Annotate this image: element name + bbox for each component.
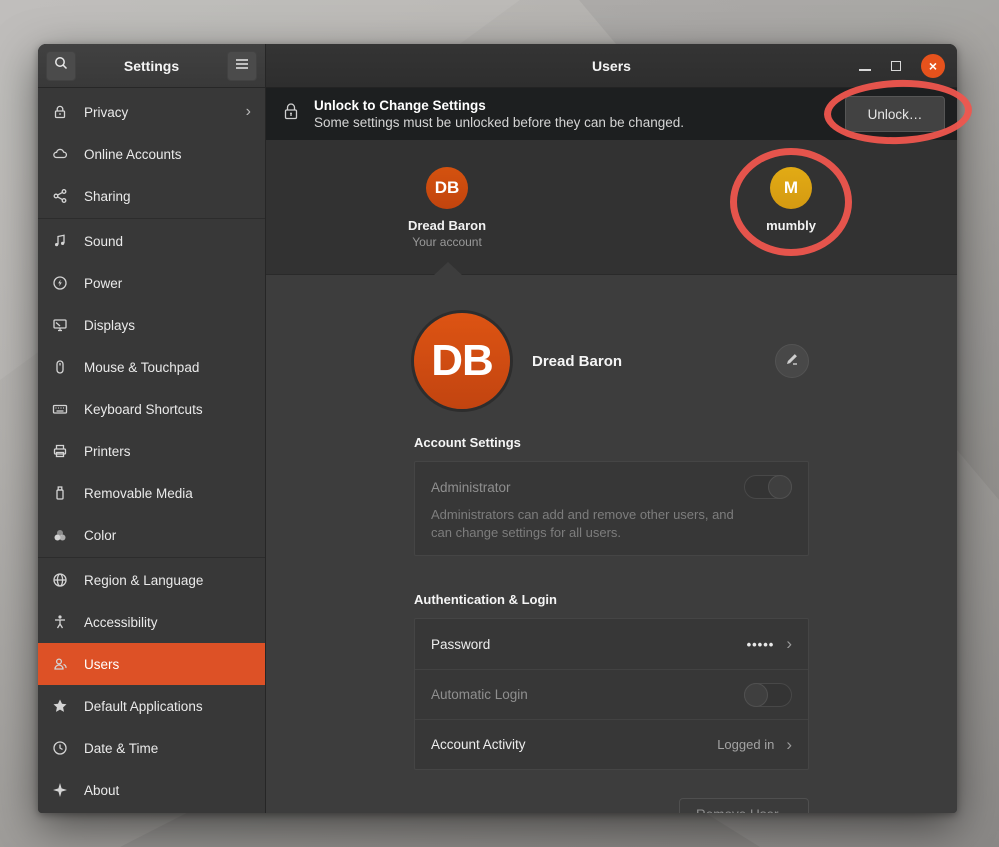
edit-name-button[interactable]: [775, 344, 809, 378]
account-activity-value: Logged in: [717, 737, 774, 752]
sidebar-item-color[interactable]: Color: [38, 514, 265, 556]
profile-row: DB Dread Baron: [414, 313, 809, 409]
remove-user-button: Remove User…: [679, 798, 809, 813]
pencil-icon: [785, 352, 799, 371]
automatic-login-label: Automatic Login: [431, 687, 528, 702]
menu-button[interactable]: [227, 51, 257, 81]
automatic-login-toggle: [744, 683, 792, 707]
search-icon: [53, 55, 69, 76]
avatar-dread-baron: DB: [426, 167, 468, 209]
accessibility-person-icon: [52, 614, 68, 630]
share-icon: [52, 188, 68, 204]
banner-subtitle: Some settings must be unlocked before th…: [314, 115, 845, 130]
maximize-button[interactable]: [891, 61, 901, 71]
banner-text: Unlock to Change Settings Some settings …: [314, 98, 845, 130]
chevron-right-icon: ›: [786, 735, 792, 755]
password-value: •••••: [747, 637, 775, 652]
user-name: Dread Baron: [408, 218, 486, 233]
profile-name: Dread Baron: [532, 353, 775, 370]
user-switcher: DB Dread Baron Your account M mumbly: [266, 140, 957, 275]
users-icon: [52, 656, 68, 672]
minimize-button[interactable]: [859, 69, 871, 71]
sidebar-list: Privacy › Online Accounts Sharing Sound …: [38, 88, 265, 813]
user-details-panel: DB Dread Baron Account Settings Administ…: [266, 275, 957, 813]
sidebar-separator: [38, 218, 265, 219]
sidebar-item-about[interactable]: About: [38, 769, 265, 811]
annotation-circle-mumbly: [730, 148, 852, 256]
sidebar-titlebar[interactable]: Settings: [38, 44, 265, 88]
profile-avatar[interactable]: DB: [414, 313, 510, 409]
cloud-icon: [52, 146, 68, 162]
automatic-login-row: Automatic Login: [415, 669, 808, 719]
sidebar-item-sharing[interactable]: Sharing: [38, 175, 265, 217]
administrator-description: Administrators can add and remove other …: [431, 506, 751, 541]
chevron-right-icon: ›: [246, 103, 251, 121]
banner-title: Unlock to Change Settings: [314, 98, 845, 113]
sidebar-item-printers[interactable]: Printers: [38, 430, 265, 472]
selected-user-pointer: [434, 262, 462, 275]
hamburger-icon: [235, 57, 249, 75]
sidebar-separator: [38, 557, 265, 558]
sidebar-item-online-accounts[interactable]: Online Accounts: [38, 133, 265, 175]
password-row[interactable]: Password ••••• ›: [415, 619, 808, 669]
section-heading-account-settings: Account Settings: [414, 435, 809, 450]
sidebar-item-users[interactable]: Users: [38, 643, 265, 685]
user-chip-dread-baron[interactable]: DB Dread Baron Your account: [377, 167, 517, 249]
administrator-label: Administrator: [431, 480, 511, 495]
flash-drive-icon: [52, 485, 68, 501]
color-circles-icon: [52, 527, 68, 543]
account-activity-label: Account Activity: [431, 737, 526, 752]
section-heading-auth-login: Authentication & Login: [414, 592, 809, 607]
sidebar-item-removable-media[interactable]: Removable Media: [38, 472, 265, 514]
printer-icon: [52, 443, 68, 459]
page-title: Users: [592, 58, 631, 74]
music-note-icon: [52, 233, 68, 249]
search-button[interactable]: [46, 51, 76, 81]
sidebar: Settings Privacy › Online Accounts Shari…: [38, 44, 266, 813]
content-titlebar[interactable]: Users ×: [266, 44, 957, 88]
star-icon: [52, 698, 68, 714]
auth-login-card: Password ••••• › Automatic Login Account…: [414, 618, 809, 770]
sidebar-item-mouse-touchpad[interactable]: Mouse & Touchpad: [38, 346, 265, 388]
administrator-toggle: [744, 475, 792, 499]
lock-icon: [282, 102, 300, 127]
sidebar-item-power[interactable]: Power: [38, 262, 265, 304]
mouse-icon: [52, 359, 68, 375]
power-icon: [52, 275, 68, 291]
sidebar-item-date-time[interactable]: Date & Time: [38, 727, 265, 769]
sparkle-icon: [52, 782, 68, 798]
close-button[interactable]: ×: [921, 54, 945, 78]
account-settings-card: Administrator Administrators can add and…: [414, 461, 809, 556]
lock-icon: [52, 104, 68, 120]
sidebar-item-displays[interactable]: Displays: [38, 304, 265, 346]
sidebar-item-sound[interactable]: Sound: [38, 220, 265, 262]
content-pane: Users × Unlock to Change Settings Some s…: [266, 44, 957, 813]
account-activity-row[interactable]: Account Activity Logged in ›: [415, 719, 808, 769]
user-subtitle: Your account: [412, 235, 482, 249]
clock-icon: [52, 740, 68, 756]
display-icon: [52, 317, 68, 333]
globe-icon: [52, 572, 68, 588]
sidebar-item-keyboard-shortcuts[interactable]: Keyboard Shortcuts: [38, 388, 265, 430]
sidebar-item-privacy[interactable]: Privacy ›: [38, 91, 265, 133]
keyboard-icon: [52, 401, 68, 417]
password-label: Password: [431, 637, 490, 652]
sidebar-item-default-applications[interactable]: Default Applications: [38, 685, 265, 727]
sidebar-item-accessibility[interactable]: Accessibility: [38, 601, 265, 643]
chevron-right-icon: ›: [786, 634, 792, 654]
sidebar-item-region-language[interactable]: Region & Language: [38, 559, 265, 601]
